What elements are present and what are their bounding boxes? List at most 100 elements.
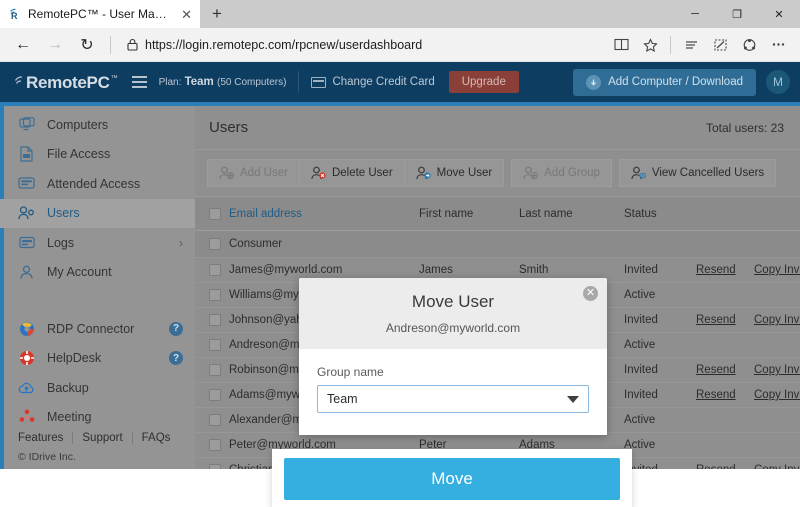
add-user-button[interactable]: Add User: [207, 159, 300, 187]
view-cancelled-users-button[interactable]: View Cancelled Users: [619, 159, 776, 187]
group-name-select[interactable]: Team: [317, 385, 589, 413]
row-checkbox-cell: [195, 433, 225, 458]
hamburger-menu-icon[interactable]: [132, 76, 147, 88]
sidebar-item-file-access[interactable]: File Access: [0, 140, 195, 170]
copy-invitation-link[interactable]: Copy Invitation: [750, 308, 800, 333]
chevron-right-icon: ›: [179, 236, 183, 250]
more-options-icon[interactable]: [764, 30, 792, 60]
column-header-action1: [692, 197, 750, 231]
resend-link[interactable]: Resend: [692, 258, 750, 283]
row-checkbox-cell: [195, 283, 225, 308]
copyright-text: © IDrive Inc.: [18, 451, 195, 463]
footer-link-faqs[interactable]: FAQs: [133, 432, 180, 444]
web-notes-icon[interactable]: [706, 30, 734, 60]
row-checkbox[interactable]: [209, 439, 221, 451]
select-all-checkbox[interactable]: [209, 208, 221, 220]
reading-view-icon[interactable]: [607, 30, 635, 60]
sidebar-item-computers[interactable]: Computers: [0, 110, 195, 140]
row-checkbox[interactable]: [209, 339, 221, 351]
header-right-group: Add Computer / Download M: [573, 69, 790, 96]
address-bar[interactable]: https://login.remotepc.com/rpcnew/userda…: [119, 32, 605, 58]
avatar[interactable]: M: [766, 70, 790, 94]
move-button[interactable]: Move: [284, 458, 620, 500]
footer-link-support[interactable]: Support: [73, 432, 132, 444]
column-header-first-name[interactable]: First name: [415, 197, 515, 231]
close-icon[interactable]: ✕: [583, 286, 598, 301]
sidebar-footer: Features Support FAQs © IDrive Inc.: [0, 432, 195, 469]
browser-tabstrip: R RemotePC™ - User Management ✕ + ─ ❐ ✕: [0, 0, 800, 28]
sidebar-item-label: File Access: [47, 147, 110, 161]
plan-name: Team: [185, 76, 214, 88]
refresh-icon[interactable]: ↻: [72, 30, 102, 60]
row-checkbox[interactable]: [209, 389, 221, 401]
resend-link[interactable]: Resend: [692, 308, 750, 333]
chevron-down-icon: [567, 396, 579, 403]
group-collapse-icon[interactable]: ⌃: [750, 231, 800, 258]
help-icon[interactable]: ?: [169, 322, 183, 336]
credit-card-icon: [311, 77, 326, 88]
row-checkbox[interactable]: [209, 364, 221, 376]
row-checkbox[interactable]: [209, 314, 221, 326]
column-header-email[interactable]: Email address: [225, 197, 415, 231]
sidebar-item-label: Backup: [47, 381, 89, 395]
close-window-button[interactable]: ✕: [758, 0, 800, 28]
row-checkbox[interactable]: [209, 264, 221, 276]
row-checkbox[interactable]: [209, 289, 221, 301]
sidebar-item-attended-access[interactable]: Attended Access: [0, 169, 195, 199]
column-header-last-name[interactable]: Last name: [515, 197, 620, 231]
copy-invitation-link[interactable]: Copy Invitation: [750, 383, 800, 408]
column-header-status[interactable]: Status: [620, 197, 692, 231]
browser-toolbar-icons: [607, 30, 792, 60]
resend-link: [692, 333, 750, 358]
share-icon[interactable]: [735, 30, 763, 60]
favorites-star-icon[interactable]: [636, 30, 664, 60]
close-tab-icon[interactable]: ✕: [179, 8, 194, 21]
view-cancelled-users-icon: [631, 166, 646, 180]
add-group-button[interactable]: Add Group: [511, 159, 612, 187]
upgrade-button[interactable]: Upgrade: [449, 71, 519, 93]
row-checkbox[interactable]: [209, 414, 221, 426]
hub-icon[interactable]: [677, 30, 705, 60]
sidebar-item-backup[interactable]: Backup: [0, 373, 195, 403]
status-badge: Active: [620, 333, 692, 358]
maximize-window-button[interactable]: ❐: [716, 0, 758, 28]
move-user-icon: [416, 166, 431, 180]
sidebar-item-rdp-connector[interactable]: RDP Connector ?: [0, 314, 195, 344]
row-checkbox[interactable]: [209, 464, 221, 469]
status-badge: Invited: [620, 383, 692, 408]
new-tab-button[interactable]: +: [200, 0, 234, 28]
add-computer-download-button[interactable]: Add Computer / Download: [573, 69, 756, 96]
remotepc-logo[interactable]: RemotePC ™: [14, 74, 118, 91]
help-icon[interactable]: ?: [169, 351, 183, 365]
sidebar-item-label: Attended Access: [47, 177, 140, 191]
sidebar-item-my-account[interactable]: My Account: [0, 258, 195, 288]
sidebar-item-logs[interactable]: Logs ›: [0, 228, 195, 258]
forward-icon[interactable]: →: [40, 30, 70, 60]
copy-invitation-link[interactable]: Copy Invitation: [750, 358, 800, 383]
move-user-button[interactable]: Move User: [404, 159, 505, 187]
copy-invitation-link[interactable]: Copy Invitation: [750, 458, 800, 470]
group-checkbox[interactable]: [209, 238, 221, 250]
delete-user-button[interactable]: Delete User: [299, 159, 405, 187]
helpdesk-icon: [18, 350, 35, 367]
resend-link[interactable]: Resend: [692, 358, 750, 383]
change-credit-card-button[interactable]: Change Credit Card: [311, 76, 434, 88]
status-badge: Invited: [620, 308, 692, 333]
logs-icon: [18, 234, 35, 251]
copy-invitation-link[interactable]: Copy Invitation: [750, 258, 800, 283]
sidebar-item-meeting[interactable]: Meeting: [0, 402, 195, 432]
copy-invitation-link: [750, 408, 800, 433]
minimize-window-button[interactable]: ─: [674, 0, 716, 28]
browser-tab[interactable]: R RemotePC™ - User Management ✕: [0, 0, 200, 28]
sidebar-item-users[interactable]: Users: [0, 199, 195, 229]
footer-link-features[interactable]: Features: [18, 432, 73, 444]
plan-info: Plan: Team (50 Computers): [159, 76, 287, 88]
back-icon[interactable]: ←: [8, 30, 38, 60]
group-row[interactable]: Consumer ⌃: [195, 231, 800, 258]
app-body: Computers File Access Attended Access Us…: [0, 106, 800, 469]
resend-link[interactable]: Resend: [692, 383, 750, 408]
sidebar-item-label: Meeting: [47, 410, 91, 424]
resend-link[interactable]: Resend: [692, 458, 750, 470]
logo-text: RemotePC: [26, 74, 110, 91]
sidebar-item-helpdesk[interactable]: HelpDesk ?: [0, 343, 195, 373]
